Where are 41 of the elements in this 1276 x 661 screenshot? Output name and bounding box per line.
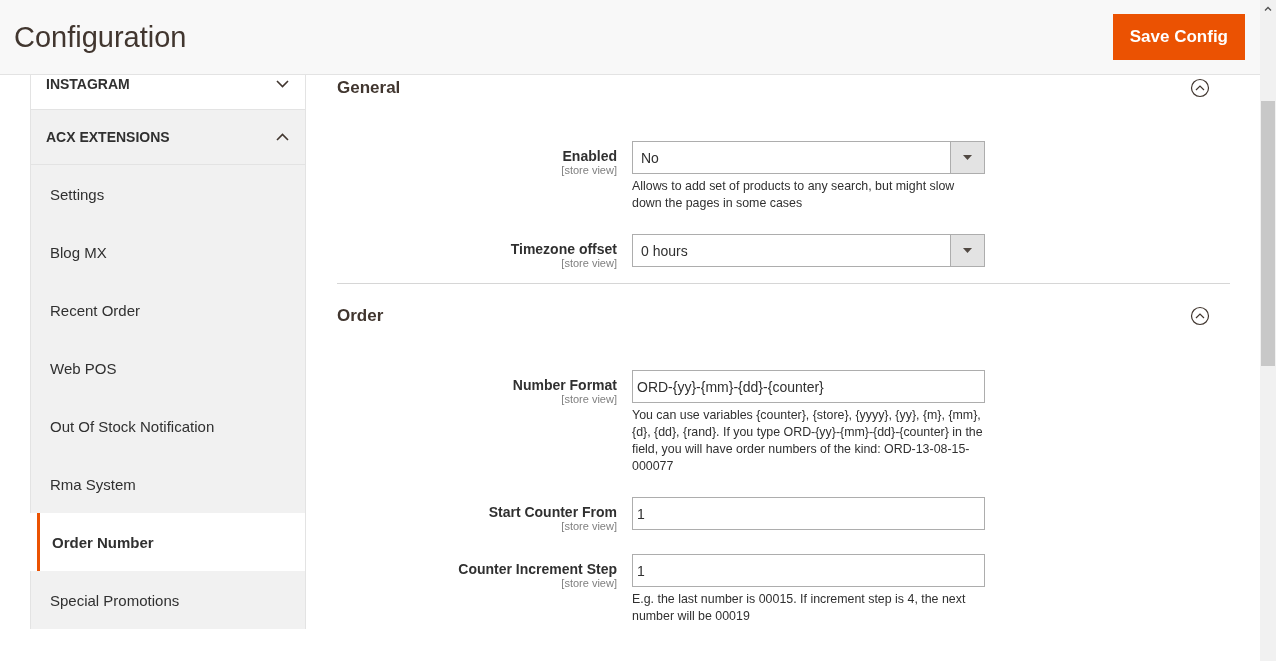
field-label: Start Counter From [488, 504, 617, 520]
field-label: Number Format [512, 377, 617, 393]
scrollbar[interactable] [1260, 0, 1276, 661]
scope-label: [store view] [561, 257, 617, 269]
input-field[interactable]: ORD-{yy}-{mm}-{dd}-{counter} [632, 370, 985, 403]
sidebar-group-header[interactable]: ACX EXTENSIONS [30, 110, 306, 165]
section-title: Order [337, 306, 384, 326]
field-label: Enabled [562, 148, 617, 164]
chevron-up-icon[interactable] [276, 133, 289, 141]
sidebar-item[interactable]: Blog MX [30, 223, 306, 281]
input-field[interactable]: 1 [632, 554, 985, 587]
scope-label: [store view] [561, 393, 617, 405]
dropdown-arrow-icon [963, 248, 972, 253]
collapse-icon[interactable] [1190, 78, 1210, 98]
scrollbar-thumb[interactable] [1261, 101, 1275, 366]
select-field[interactable]: 0 hours [632, 234, 985, 267]
sidebar-item[interactable]: Out Of Stock Notification [30, 397, 306, 455]
collapse-icon[interactable] [1190, 306, 1210, 326]
dropdown-arrow-icon [963, 155, 972, 160]
input-field[interactable]: 1 [632, 497, 985, 530]
sidebar-item[interactable]: Recent Order [30, 281, 306, 339]
sidebar-item[interactable]: Rma System [30, 455, 306, 513]
page-title: Configuration [14, 20, 187, 54]
field-note: E.g. the last number is 00015. If increment step is 4, the next number will be 00019 [632, 591, 967, 625]
scope-label: [store view] [561, 577, 617, 589]
chevron-down-icon[interactable] [276, 80, 289, 88]
scope-label: [store view] [561, 164, 617, 176]
sidebar-item[interactable]: Settings [30, 165, 306, 223]
save-config-button[interactable]: Save Config [1112, 14, 1245, 60]
field-label: Counter Increment Step [458, 561, 617, 577]
sidebar-item[interactable]: Order Number [37, 513, 306, 571]
field-label: Timezone offset [510, 241, 617, 257]
select-field[interactable]: No [632, 141, 985, 174]
scope-label: [store view] [561, 520, 617, 532]
sidebar-group-header[interactable]: INSTAGRAM [30, 75, 306, 110]
scroll-up-icon[interactable] [1264, 6, 1272, 11]
field-note: Allows to add set of products to any search, but might slow down the pages in some cases [632, 178, 956, 212]
field-note: You can use variables {counter}, {store}, {yyyy}, {yy}, {m}, {mm}, {d}, {dd}, {rand}. If you type ORD-{yy}-{mm}-{dd}-{counter} in the field, you will have order numbers of the kind: ORD-13-08-15-000077 [632, 407, 984, 475]
sidebar-item[interactable]: Web POS [30, 339, 306, 397]
section-title: General [337, 78, 401, 98]
sidebar-item[interactable]: Special Promotions [30, 571, 306, 629]
